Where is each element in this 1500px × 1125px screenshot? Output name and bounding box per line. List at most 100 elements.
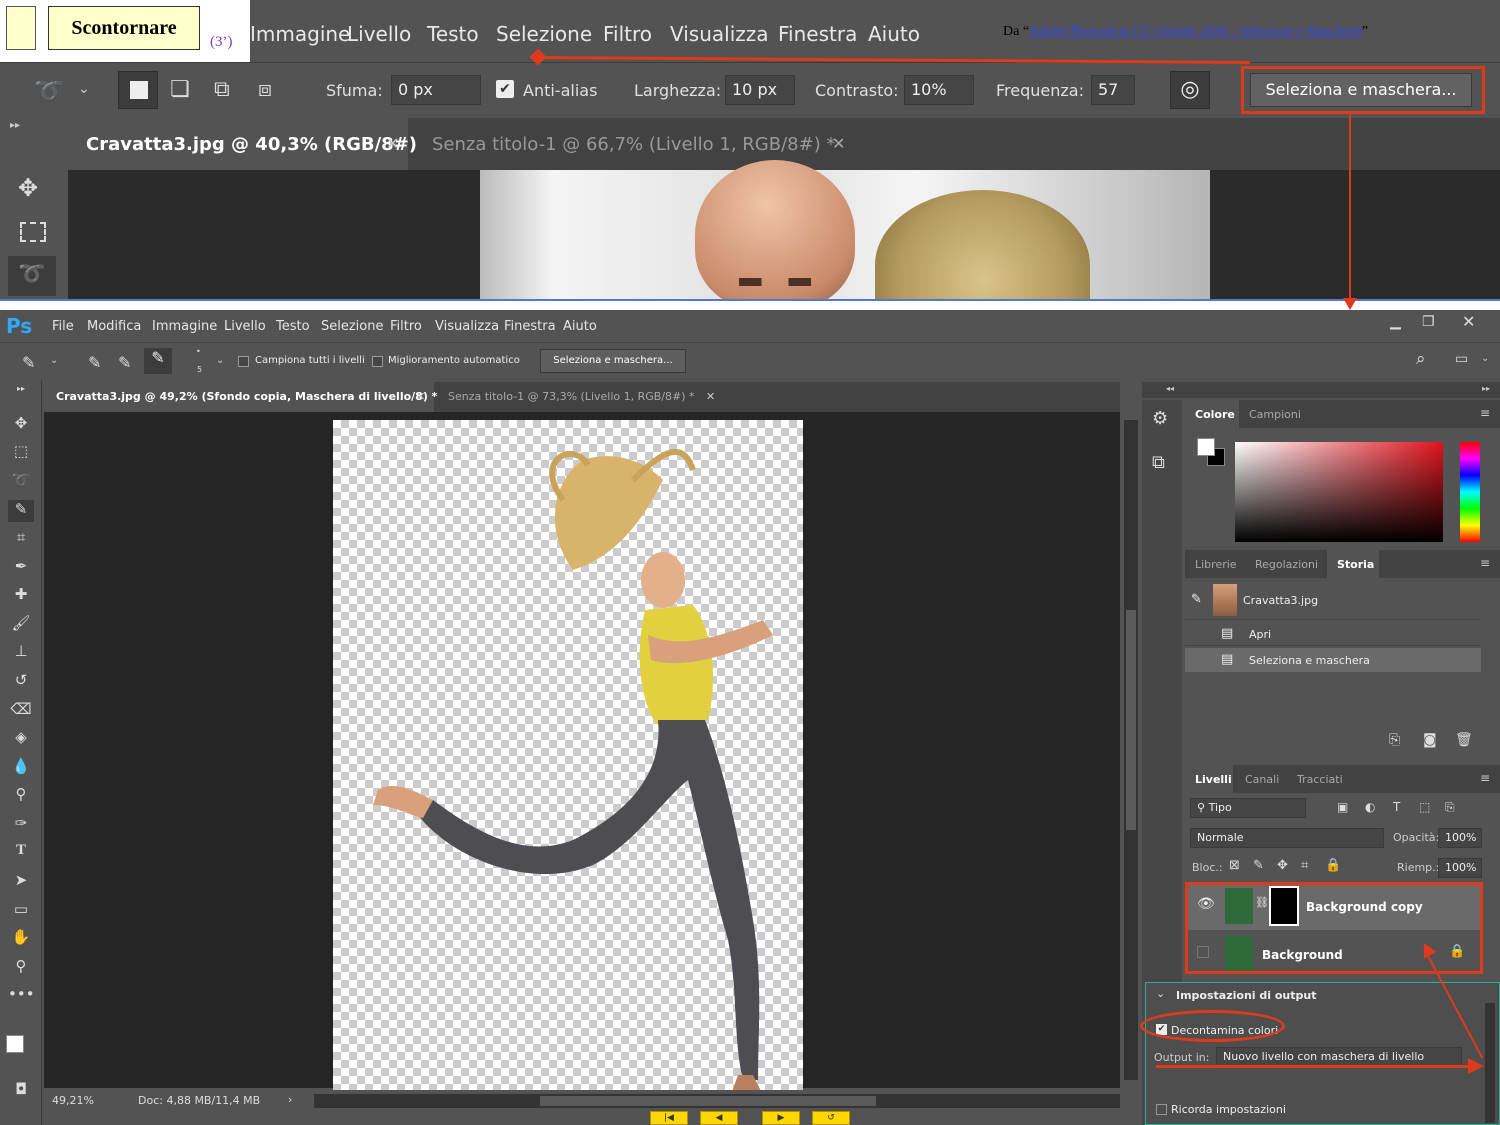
lock-move-icon[interactable]: ✥ [1277, 858, 1288, 873]
camera-icon[interactable]: ◙ [1423, 732, 1437, 748]
collapse-icon[interactable]: ▸▸ [8, 384, 34, 406]
blend-mode-dropdown[interactable]: Normale [1190, 828, 1384, 848]
marquee-tool-icon[interactable]: ⬚ [8, 442, 34, 464]
menu-modifica[interactable]: Modifica [87, 319, 141, 334]
chevron-down-icon[interactable]: ⌄ [216, 355, 224, 366]
chevron-down-icon[interactable]: ⌄ [1156, 987, 1165, 1000]
lasso-tool-icon[interactable]: ➰ [8, 471, 34, 493]
remember-checkbox[interactable] [1156, 1104, 1167, 1115]
subtract-selection-brush-icon[interactable]: ✎ [144, 348, 172, 374]
tab-librerie[interactable]: Librerie [1195, 558, 1237, 571]
properties-icon[interactable]: ⚙ [1152, 408, 1168, 429]
vertical-scrollbar[interactable] [1124, 420, 1138, 1080]
menu-aiuto[interactable]: Aiuto [563, 319, 597, 334]
close-icon[interactable]: ✕ [832, 134, 845, 153]
chevron-down-icon[interactable]: ⌄ [78, 81, 90, 97]
trash-icon[interactable]: 🗑 [1455, 732, 1473, 748]
lock-pixels-icon[interactable]: ⊠ [1229, 858, 1240, 873]
menu-immagine[interactable]: Immagine [152, 319, 217, 334]
fill-input[interactable]: 100% [1438, 858, 1482, 878]
add-selection-icon[interactable]: ❏ [170, 77, 190, 102]
filter-pixel-icon[interactable]: ▣ [1337, 800, 1348, 814]
adjustments-icon[interactable]: ⧉ [1152, 452, 1165, 473]
top-tab-inactive[interactable]: Senza titolo-1 @ 66,7% (Livello 1, RGB/8… [432, 134, 835, 155]
rectangle-tool-icon[interactable]: ▭ [8, 900, 34, 922]
top-menu-filtro[interactable]: Filtro [603, 22, 652, 46]
output-dropdown[interactable]: Nuovo livello con maschera di livello [1216, 1047, 1462, 1067]
panel-menu-icon[interactable]: ≡ [1480, 771, 1490, 785]
quick-selection-tool-icon[interactable]: ✎ [8, 500, 34, 522]
nav-first-button[interactable]: |◀ [650, 1111, 688, 1125]
nav-return-button[interactable]: ↺ [812, 1111, 850, 1125]
intersect-selection-icon[interactable]: ⧈ [258, 77, 272, 102]
tab-livelli[interactable]: Livelli [1185, 765, 1233, 793]
menu-file[interactable]: File [52, 319, 74, 334]
move-tool-icon[interactable]: ✥ [18, 174, 38, 202]
history-item[interactable]: ▤ Apri [1185, 622, 1481, 646]
chevron-down-icon[interactable]: ⌄ [1481, 353, 1489, 364]
frequenza-input[interactable]: 57 [1091, 75, 1135, 105]
output-scrollbar[interactable] [1485, 1003, 1495, 1123]
fg-color-swatch[interactable] [1197, 438, 1215, 456]
lasso-tool-icon[interactable]: ➰ [34, 77, 64, 105]
menu-testo[interactable]: Testo [276, 319, 310, 334]
canvas-area[interactable] [44, 412, 1138, 1095]
healing-tool-icon[interactable]: ✚ [8, 585, 34, 607]
filter-type-icon[interactable]: T [1393, 800, 1400, 814]
auto-enhance-checkbox[interactable] [372, 356, 383, 367]
document-canvas[interactable] [333, 420, 803, 1095]
nav-next-button[interactable]: ▶ [762, 1111, 800, 1125]
move-tool-icon[interactable]: ✥ [8, 414, 34, 436]
panel-menu-icon[interactable]: ≡ [1480, 556, 1490, 570]
source-link[interactable]: Adobe Photoshop CC Giugno 2016 - Selezio… [1029, 24, 1362, 39]
close-icon[interactable]: ✕ [416, 390, 425, 403]
history-brush-icon[interactable]: ↺ [8, 671, 34, 693]
menu-livello[interactable]: Livello [224, 319, 266, 334]
quick-mask-icon[interactable]: ◘ [8, 1080, 34, 1102]
new-document-icon[interactable]: ⎘ [1389, 732, 1400, 748]
blur-tool-icon[interactable]: 💧 [8, 757, 34, 779]
history-brush-icon[interactable]: ✎ [1191, 592, 1202, 607]
path-select-icon[interactable]: ➤ [8, 871, 34, 893]
filter-adjust-icon[interactable]: ◐ [1365, 800, 1375, 814]
crop-tool-icon[interactable]: ⌗ [8, 528, 34, 550]
hue-slider[interactable] [1460, 442, 1480, 542]
close-window-icon[interactable]: ✕ [1462, 312, 1475, 331]
menu-visualizza[interactable]: Visualizza [435, 319, 499, 334]
stamp-tool-icon[interactable]: ⊥ [8, 642, 34, 664]
search-icon[interactable]: ⌕ [1416, 349, 1426, 369]
lock-artboard-icon[interactable]: ⌗ [1301, 858, 1308, 873]
collapse-icon[interactable]: ▸▸ [1482, 384, 1490, 393]
lock-paint-icon[interactable]: ✎ [1253, 858, 1264, 873]
type-tool-icon[interactable]: T [8, 842, 34, 864]
more-tools-icon[interactable]: ••• [8, 985, 35, 1007]
sample-all-checkbox[interactable] [238, 356, 249, 367]
larghezza-input[interactable]: 10 px [725, 75, 795, 105]
quick-selection-icon[interactable]: ✎ [22, 353, 35, 372]
tab-canali[interactable]: Canali [1245, 773, 1279, 786]
tab-storia[interactable]: Storia [1327, 550, 1379, 578]
lock-all-icon[interactable]: 🔒 [1325, 858, 1341, 873]
top-menu-testo[interactable]: Testo [427, 22, 479, 46]
brush-tool-icon[interactable]: 🖌 [8, 614, 34, 636]
chevron-right-icon[interactable]: › [288, 1093, 292, 1106]
tab-inactive[interactable]: Senza titolo-1 @ 73,3% (Livello 1, RGB/8… [448, 390, 695, 403]
filter-shape-icon[interactable]: ⬚ [1419, 800, 1430, 814]
menu-finestra[interactable]: Finestra [504, 319, 556, 334]
workspace-icon[interactable]: ▭ [1455, 351, 1468, 367]
select-and-mask-button[interactable]: Seleziona e maschera... [540, 349, 686, 373]
contrasto-input[interactable]: 10% [904, 75, 974, 105]
collapse-icon[interactable]: ◂◂ [1166, 384, 1174, 393]
color-picker-field[interactable] [1235, 442, 1443, 542]
top-menu-livello[interactable]: Livello [347, 22, 411, 46]
subtract-selection-icon[interactable]: ⧉ [214, 77, 230, 102]
collapse-icon[interactable]: ▸▸ [10, 120, 20, 131]
tab-colore[interactable]: Colore [1185, 400, 1239, 428]
new-selection-icon[interactable] [118, 71, 158, 109]
zoom-readout[interactable]: 49,21% [52, 1094, 94, 1107]
pen-tool-icon[interactable]: ✑ [8, 814, 34, 836]
tab-tracciati[interactable]: Tracciati [1297, 773, 1343, 786]
filter-smart-icon[interactable]: ⎘ [1445, 800, 1455, 815]
tab-regolazioni[interactable]: Regolazioni [1255, 558, 1318, 571]
dodge-tool-icon[interactable]: ⚲ [8, 785, 34, 807]
